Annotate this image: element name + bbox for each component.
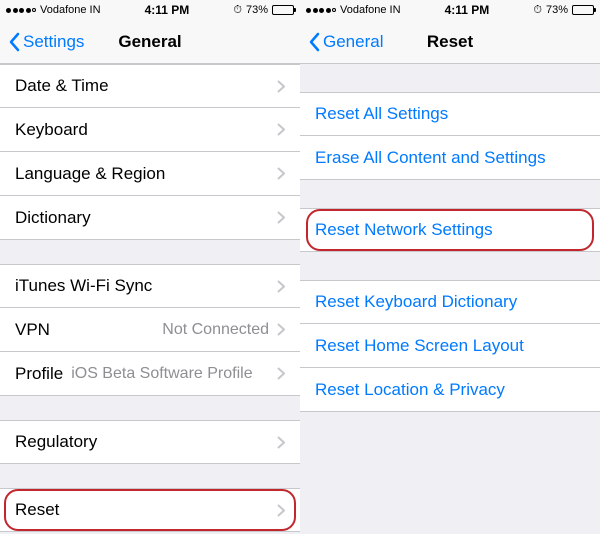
- signal-icon: [306, 8, 336, 13]
- reset-list: Reset All Settings Erase All Content and…: [300, 64, 600, 534]
- settings-list: Date & Time Keyboard Language & Region D…: [0, 64, 300, 534]
- status-bar: Vodafone IN 4:11 PM ⏱ 73%: [300, 0, 600, 20]
- row-keyboard[interactable]: Keyboard: [0, 108, 300, 152]
- row-reset-keyboard[interactable]: Reset Keyboard Dictionary: [300, 280, 600, 324]
- chevron-right-icon: [277, 436, 285, 449]
- nav-bar: Settings General: [0, 20, 300, 64]
- battery-pct: 73%: [246, 4, 268, 16]
- chevron-right-icon: [277, 123, 285, 136]
- carrier-label: Vodafone IN: [340, 4, 401, 16]
- chevron-right-icon: [277, 367, 285, 380]
- settings-general-screen: Vodafone IN 4:11 PM ⏱ 73% Settings Gener…: [0, 0, 300, 534]
- back-button[interactable]: Settings: [8, 32, 84, 52]
- chevron-right-icon: [277, 280, 285, 293]
- row-language-region[interactable]: Language & Region: [0, 152, 300, 196]
- nav-bar: General Reset: [300, 20, 600, 64]
- back-label: General: [323, 32, 383, 52]
- row-regulatory[interactable]: Regulatory: [0, 420, 300, 464]
- chevron-left-icon: [308, 32, 320, 52]
- chevron-right-icon: [277, 504, 285, 517]
- clock: 4:11 PM: [445, 3, 490, 17]
- row-reset[interactable]: Reset: [0, 488, 300, 532]
- row-dictionary[interactable]: Dictionary: [0, 196, 300, 240]
- chevron-left-icon: [8, 32, 20, 52]
- status-bar: Vodafone IN 4:11 PM ⏱ 73%: [0, 0, 300, 20]
- alarm-icon: ⏱: [233, 4, 242, 17]
- row-erase-all[interactable]: Erase All Content and Settings: [300, 136, 600, 180]
- row-reset-home-screen[interactable]: Reset Home Screen Layout: [300, 324, 600, 368]
- row-date-time[interactable]: Date & Time: [0, 64, 300, 108]
- row-reset-location-privacy[interactable]: Reset Location & Privacy: [300, 368, 600, 412]
- row-vpn[interactable]: VPN Not Connected: [0, 308, 300, 352]
- battery-pct: 73%: [546, 4, 568, 16]
- chevron-right-icon: [277, 323, 285, 336]
- battery-icon: [572, 5, 594, 15]
- row-itunes-sync[interactable]: iTunes Wi-Fi Sync: [0, 264, 300, 308]
- chevron-right-icon: [277, 211, 285, 224]
- chevron-right-icon: [277, 167, 285, 180]
- signal-icon: [6, 8, 36, 13]
- alarm-icon: ⏱: [533, 4, 542, 17]
- row-profile[interactable]: Profile iOS Beta Software Profile: [0, 352, 300, 396]
- clock: 4:11 PM: [145, 3, 190, 17]
- battery-icon: [272, 5, 294, 15]
- row-reset-network[interactable]: Reset Network Settings: [300, 208, 600, 252]
- row-reset-all-settings[interactable]: Reset All Settings: [300, 92, 600, 136]
- carrier-label: Vodafone IN: [40, 4, 101, 16]
- back-label: Settings: [23, 32, 84, 52]
- reset-screen: Vodafone IN 4:11 PM ⏱ 73% General Reset …: [300, 0, 600, 534]
- chevron-right-icon: [277, 80, 285, 93]
- back-button[interactable]: General: [308, 32, 383, 52]
